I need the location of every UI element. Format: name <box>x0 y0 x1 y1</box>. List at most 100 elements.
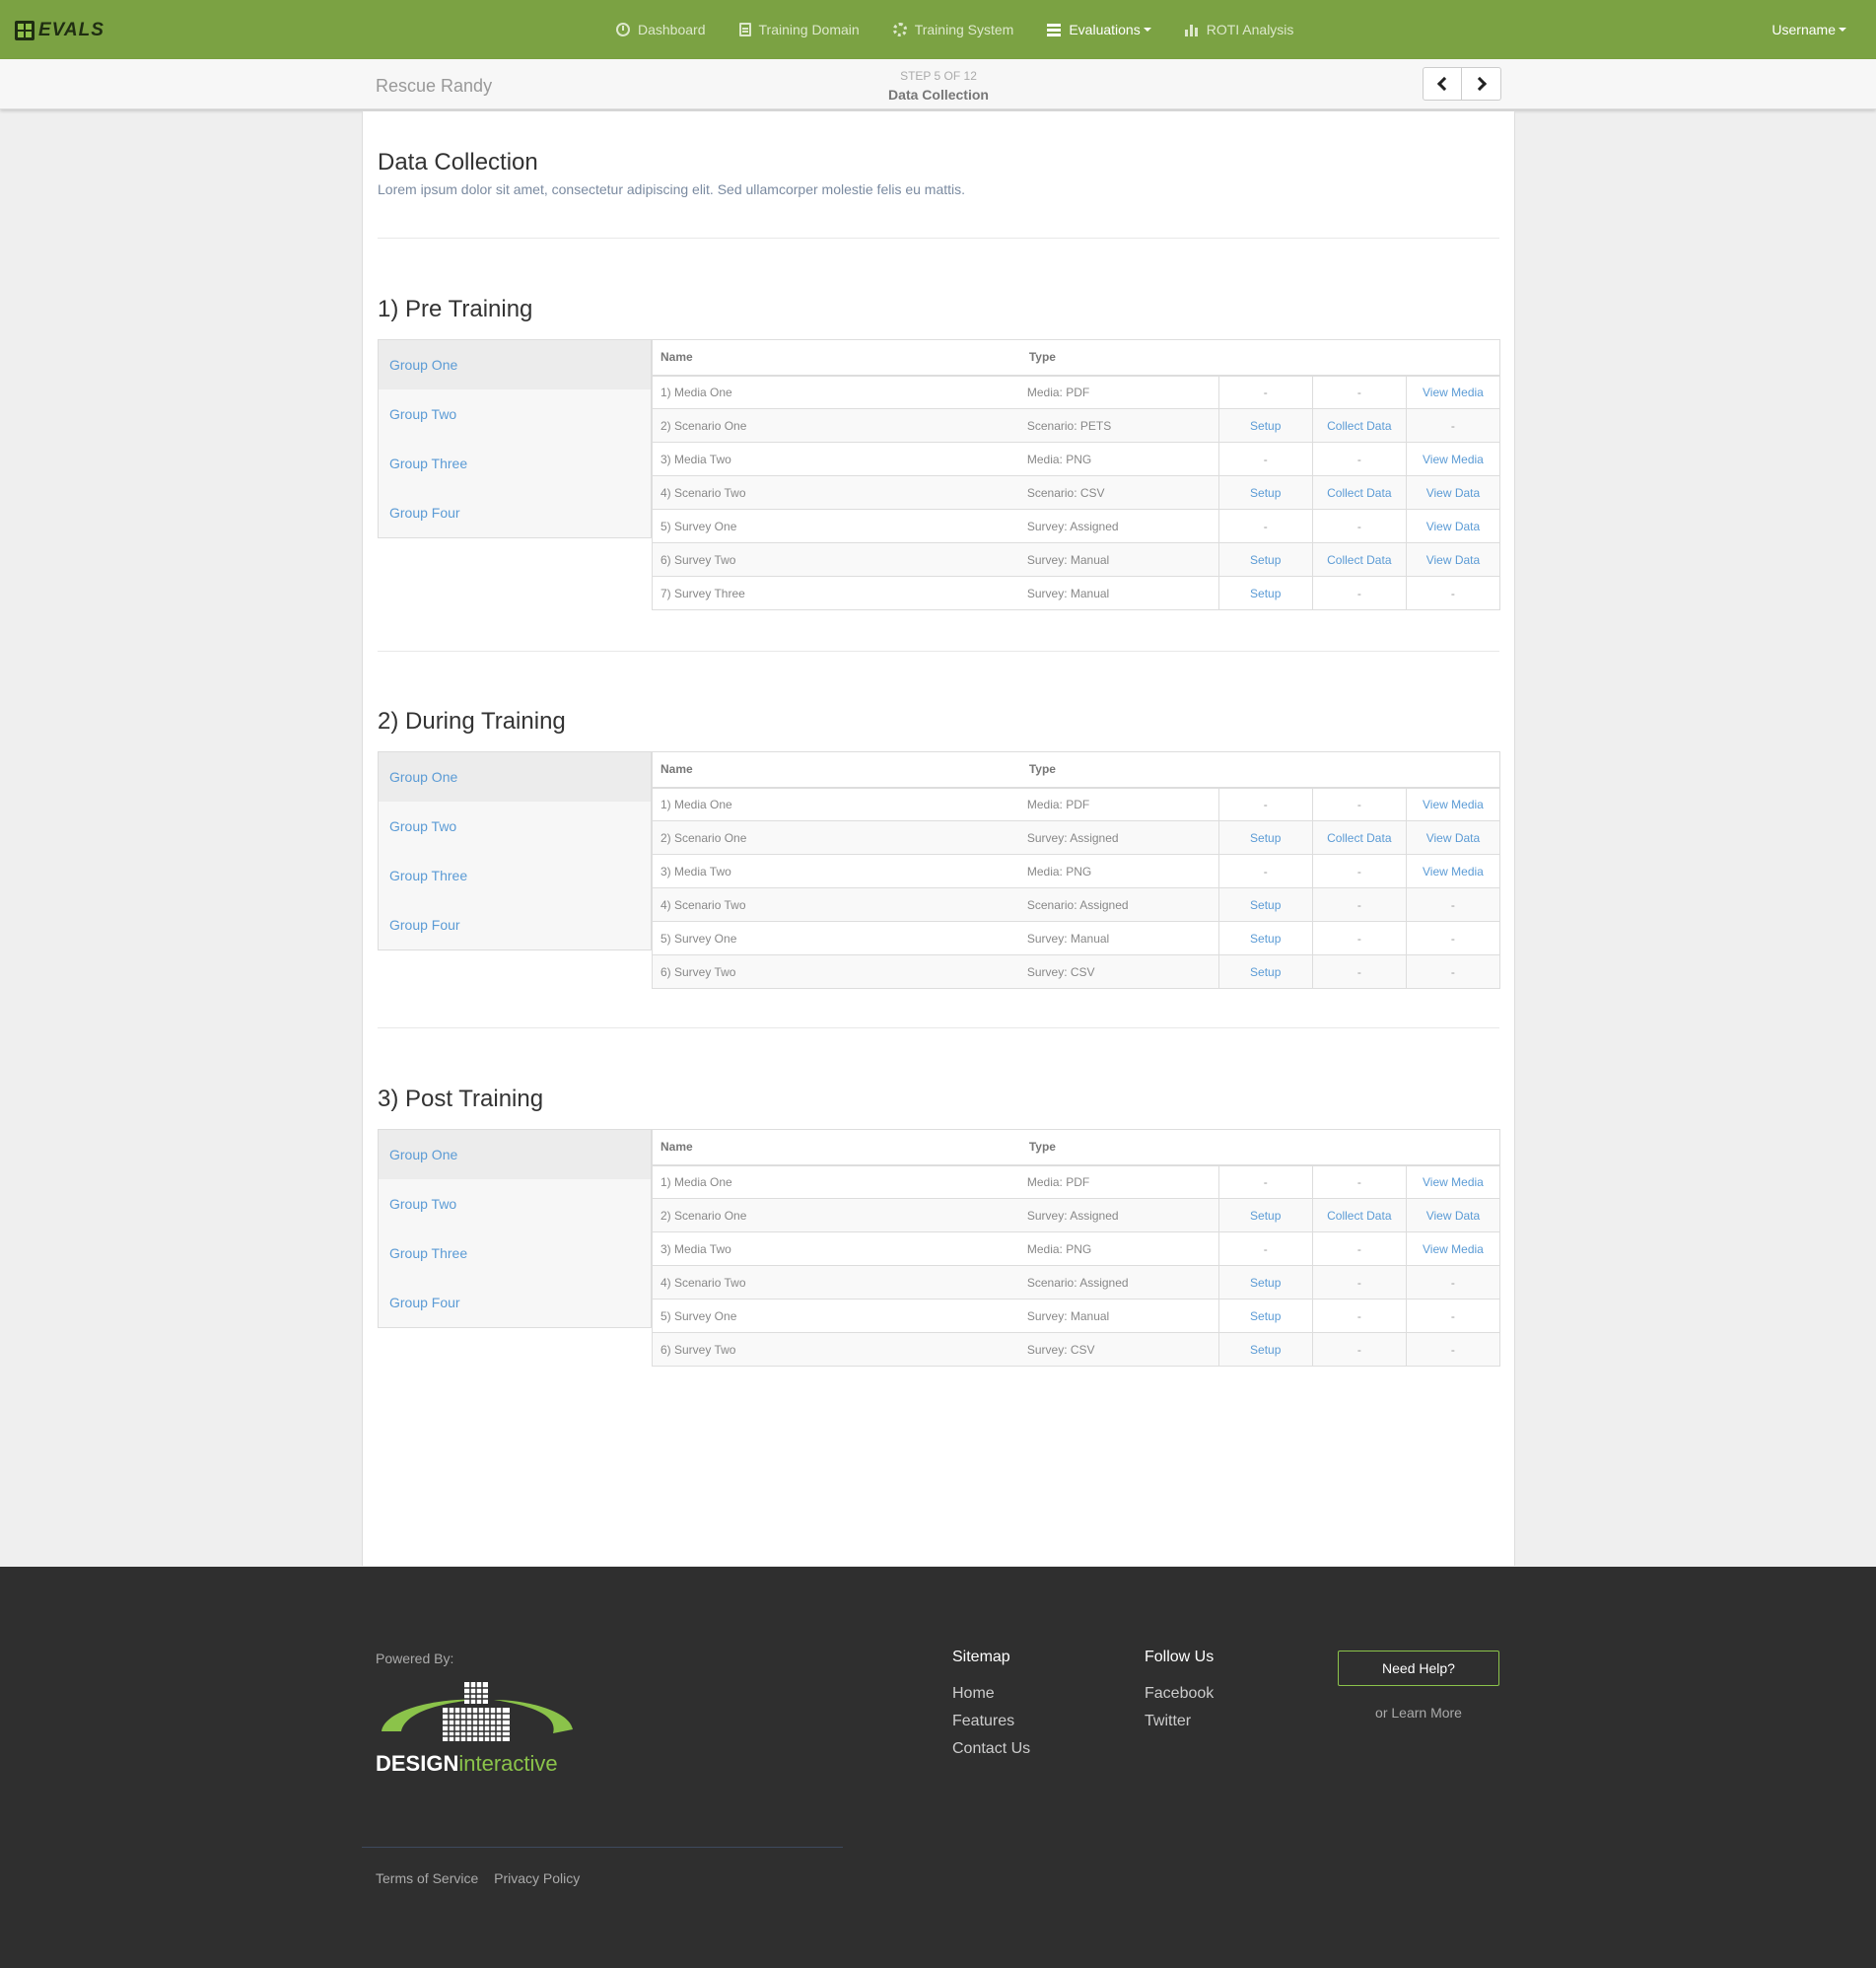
setup-link[interactable]: Setup <box>1250 1276 1281 1290</box>
setup-link[interactable]: Setup <box>1250 1309 1281 1323</box>
view-media-link[interactable]: View Media <box>1423 798 1484 811</box>
column-header-name: Name <box>651 751 1021 789</box>
learn-more-link[interactable]: or Learn More <box>1338 1705 1499 1721</box>
view-media-link[interactable]: View Media <box>1423 865 1484 879</box>
row-name: 3) Media Two <box>660 864 731 879</box>
nav-training-system[interactable]: Training System <box>892 22 1013 37</box>
terms-link[interactable]: Terms of Service <box>376 1870 478 1886</box>
footer-link-twitter[interactable]: Twitter <box>1145 1708 1214 1735</box>
empty-action: - <box>1263 1174 1268 1189</box>
group-item[interactable]: Group One <box>379 752 651 802</box>
action-cell: Setup <box>1217 954 1313 989</box>
name-cell: 1) Media One <box>651 1164 1021 1199</box>
group-item[interactable]: Group Three <box>379 851 651 900</box>
name-cell: 6) Survey Two <box>651 954 1021 989</box>
evals-logo[interactable]: EVALS <box>15 20 104 40</box>
privacy-link[interactable]: Privacy Policy <box>494 1870 580 1886</box>
nav-dashboard[interactable]: Dashboard <box>616 22 706 37</box>
empty-action: - <box>1356 964 1361 979</box>
view-media-link[interactable]: View Media <box>1423 1242 1484 1256</box>
action-cell: View Media <box>1405 854 1501 888</box>
setup-link[interactable]: Setup <box>1250 587 1281 600</box>
action-cell: - <box>1217 375 1313 409</box>
empty-action: - <box>1450 1342 1455 1357</box>
group-item[interactable]: Group Two <box>379 802 651 851</box>
setup-link[interactable]: Setup <box>1250 486 1281 500</box>
view-media-link[interactable]: View Media <box>1423 453 1484 466</box>
group-item[interactable]: Group Four <box>379 900 651 949</box>
setup-link[interactable]: Setup <box>1250 1343 1281 1357</box>
row-type: Scenario: Assigned <box>1026 897 1129 912</box>
nav-roti-analysis[interactable]: ROTI Analysis <box>1184 22 1294 37</box>
nav-training-domain[interactable]: Training Domain <box>738 22 860 37</box>
setup-link[interactable]: Setup <box>1250 932 1281 946</box>
action-cell: - <box>1311 509 1407 543</box>
need-help-button[interactable]: Need Help? <box>1338 1651 1499 1686</box>
view-data-link[interactable]: View Data <box>1426 831 1480 845</box>
page-title: Data Collection <box>378 149 538 176</box>
setup-link[interactable]: Setup <box>1250 898 1281 912</box>
row-type: Media: PNG <box>1026 864 1092 879</box>
footer-link-contact[interactable]: Contact Us <box>952 1735 1030 1763</box>
group-item[interactable]: Group One <box>379 340 651 389</box>
action-cell: - <box>1311 375 1407 409</box>
view-data-link[interactable]: View Data <box>1426 486 1480 500</box>
follow-title: Follow Us <box>1145 1649 1215 1665</box>
setup-link[interactable]: Setup <box>1250 1209 1281 1223</box>
action-cell: View Data <box>1405 542 1501 577</box>
view-data-link[interactable]: View Data <box>1426 520 1480 533</box>
view-media-link[interactable]: View Media <box>1423 386 1484 399</box>
group-item[interactable]: Group One <box>379 1130 651 1179</box>
group-item[interactable]: Group Three <box>379 1229 651 1278</box>
empty-action: - <box>1263 864 1268 879</box>
bar-chart-icon <box>1184 23 1199 36</box>
action-cell: Setup <box>1217 1198 1313 1232</box>
action-cell: Collect Data <box>1311 408 1407 443</box>
table-header-row: Name Type <box>651 1129 1500 1166</box>
action-cell: View Media <box>1405 442 1501 476</box>
group-item[interactable]: Group Four <box>379 488 651 537</box>
collect-data-link[interactable]: Collect Data <box>1327 553 1391 567</box>
svg-text:DESIGNinteractive: DESIGNinteractive <box>376 1751 558 1776</box>
row-name: 3) Media Two <box>660 1241 731 1256</box>
footer-link-home[interactable]: Home <box>952 1680 1030 1708</box>
previous-step-button[interactable] <box>1423 67 1462 101</box>
type-cell: Scenario: CSV <box>1020 475 1219 510</box>
group-item[interactable]: Group Two <box>379 389 651 439</box>
collect-data-link[interactable]: Collect Data <box>1327 419 1391 433</box>
step-bar: Rescue Randy STEP 5 OF 12 Data Collectio… <box>0 59 1876 109</box>
collect-data-link[interactable]: Collect Data <box>1327 831 1391 845</box>
next-step-button[interactable] <box>1462 67 1501 101</box>
action-cell: Setup <box>1217 1299 1313 1333</box>
user-menu[interactable]: Username <box>1772 22 1846 37</box>
view-media-link[interactable]: View Media <box>1423 1175 1484 1189</box>
action-cell: - <box>1311 854 1407 888</box>
setup-link[interactable]: Setup <box>1250 553 1281 567</box>
empty-action: - <box>1356 1275 1361 1290</box>
collect-data-link[interactable]: Collect Data <box>1327 1209 1391 1223</box>
column-header-type: Type <box>1020 751 1500 789</box>
table-row: 1) Media One Media: PDF - - View Media <box>651 1164 1501 1199</box>
setup-link[interactable]: Setup <box>1250 965 1281 979</box>
empty-action: - <box>1356 797 1361 811</box>
nav-roti-analysis-label: ROTI Analysis <box>1206 22 1294 37</box>
row-type: Scenario: PETS <box>1026 418 1112 433</box>
setup-link[interactable]: Setup <box>1250 831 1281 845</box>
action-cell: Setup <box>1217 921 1313 955</box>
nav-training-domain-label: Training Domain <box>758 22 860 37</box>
view-data-link[interactable]: View Data <box>1426 1209 1480 1223</box>
nav-evaluations[interactable]: Evaluations <box>1047 22 1151 37</box>
setup-link[interactable]: Setup <box>1250 419 1281 433</box>
footer-link-features[interactable]: Features <box>952 1708 1030 1735</box>
footer-link-facebook[interactable]: Facebook <box>1145 1680 1214 1708</box>
section-title: 3) Post Training <box>378 1086 544 1112</box>
view-data-link[interactable]: View Data <box>1426 553 1480 567</box>
group-item[interactable]: Group Four <box>379 1278 651 1327</box>
table-row: 4) Scenario Two Scenario: Assigned Setup - - <box>651 887 1501 922</box>
group-item[interactable]: Group Two <box>379 1179 651 1229</box>
row-name: 2) Scenario One <box>660 418 747 433</box>
collect-data-link[interactable]: Collect Data <box>1327 486 1391 500</box>
type-cell: Scenario: Assigned <box>1020 1265 1219 1300</box>
table-row: 2) Scenario One Survey: Assigned Setup Coll… <box>651 820 1501 855</box>
group-item[interactable]: Group Three <box>379 439 651 488</box>
